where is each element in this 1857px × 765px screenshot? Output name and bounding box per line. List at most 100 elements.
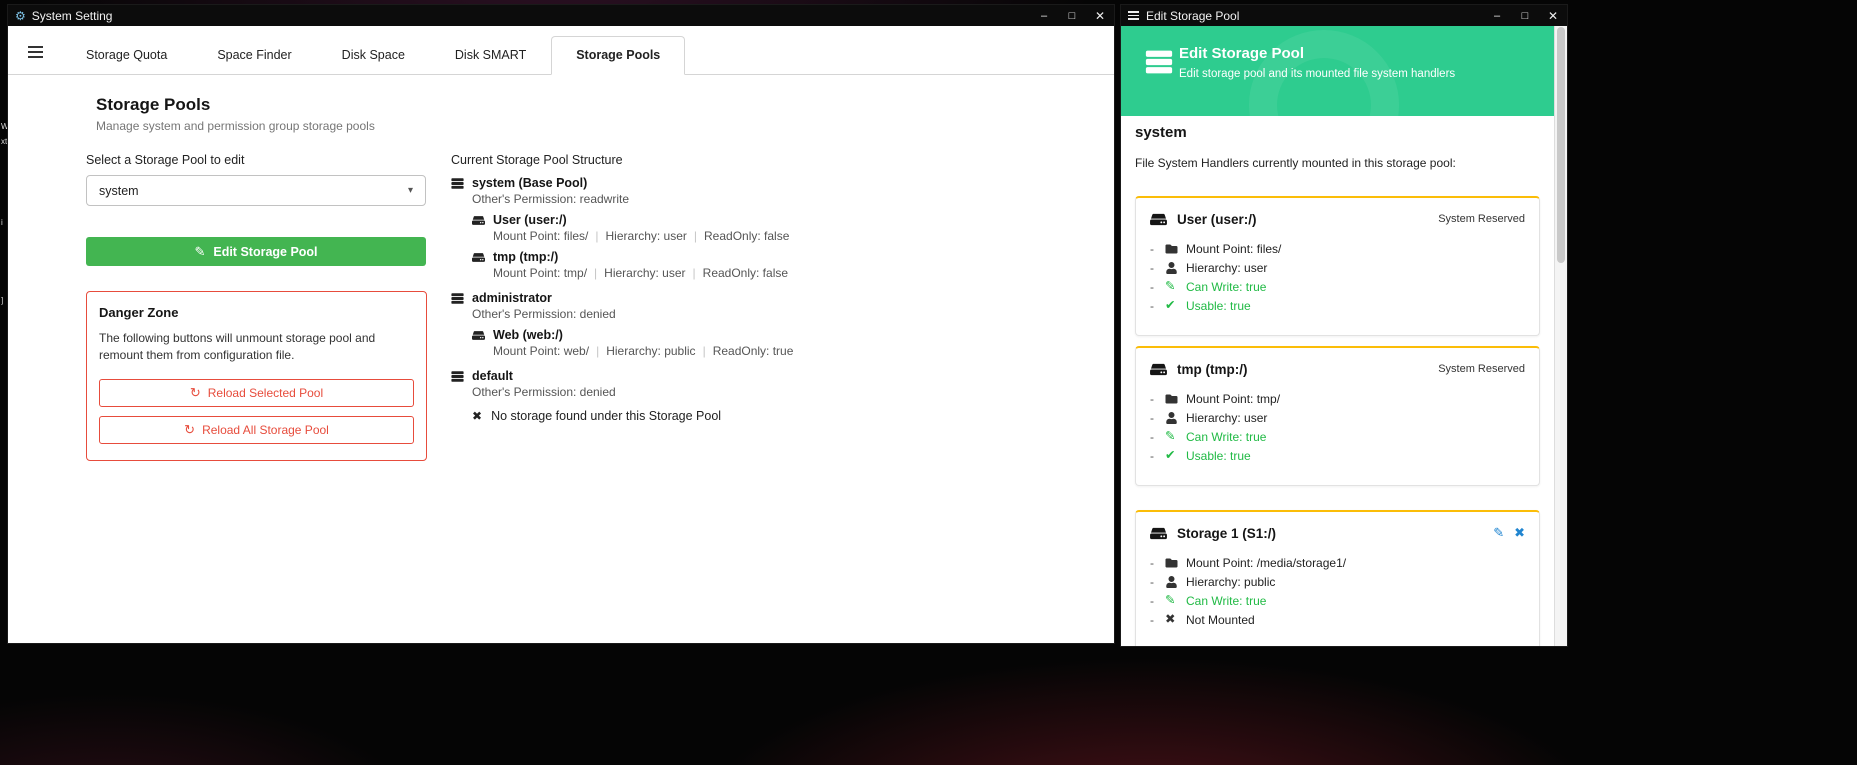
chevron-down-icon: ▾ [408,185,413,196]
scrollbar[interactable] [1554,26,1567,646]
row-text: Usable: true [1186,449,1251,463]
mount-point: Mount Point: web/ [493,344,589,358]
hdd-icon [472,251,485,264]
row-text: Hierarchy: user [1186,411,1267,425]
system-setting-titlebar[interactable]: ⚙ System Setting – □ ✕ [8,5,1114,26]
tab-space-finder[interactable]: Space Finder [192,36,316,75]
banner-subtitle: Edit storage pool and its mounted file s… [1179,68,1455,80]
edit-storage-pool-window: Edit Storage Pool – □ ✕ Edit Storage Poo… [1121,5,1567,646]
edit-handler-button[interactable]: ✎ [1493,525,1504,541]
pool-name-heading: system [1135,124,1187,141]
reload-all-pool-button[interactable]: ↻ Reload All Storage Pool [99,416,414,444]
system-reserved-badge: System Reserved [1438,213,1525,225]
hierarchy-row: - Hierarchy: public [1150,572,1525,591]
desktop-icon-fragments: W xt i ] [0,25,8,645]
dash: - [1150,242,1165,256]
tab-disk-smart[interactable]: Disk SMART [430,36,551,75]
row-text: Hierarchy: public [1186,575,1275,589]
pool-permission: Other's Permission: readwrite [472,192,1051,206]
scrollbar-thumb[interactable] [1557,27,1565,263]
danger-zone-title: Danger Zone [99,305,414,320]
tab-bar: Storage Quota Space Finder Disk Space Di… [8,26,1114,75]
tab-storage-pools[interactable]: Storage Pools [551,36,685,75]
cross-icon: ✖ [1165,613,1186,626]
close-button[interactable]: ✕ [1086,5,1114,26]
select-pool-label: Select a Storage Pool to edit [86,153,244,167]
mount-point: Mount Point: tmp/ [493,266,587,280]
user-icon [1165,262,1186,274]
readonly-flag: ReadOnly: true [713,344,794,358]
user-icon [1165,576,1186,588]
storage-pool-select[interactable]: system ▾ [86,175,426,206]
desktop-fragment: i [1,218,3,227]
separator: | [594,266,597,280]
row-text: Can Write: true [1186,280,1266,294]
empty-pool-message: ✖ No storage found under this Storage Po… [472,409,1051,423]
pencil-icon: ✎ [194,244,205,260]
check-icon: ✔ [1165,299,1186,312]
desktop-fragment: ] [1,296,3,305]
handlers-description: File System Handlers currently mounted i… [1135,156,1456,170]
row-text: Hierarchy: user [1186,261,1267,275]
pool-name: default [472,369,513,383]
dash: - [1150,575,1165,589]
structure-label: Current Storage Pool Structure [451,153,623,167]
dash: - [1150,449,1165,463]
hamburger-menu-icon[interactable] [28,43,43,61]
reload-all-label: Reload All Storage Pool [202,423,329,437]
hierarchy-row: - Hierarchy: user [1150,408,1525,427]
close-button[interactable]: ✕ [1539,5,1567,26]
storage-pool-tree: system (Base Pool) Other's Permission: r… [451,176,1051,434]
server-icon [451,177,464,190]
row-text: Usable: true [1186,299,1251,313]
gear-icon: ⚙ [15,10,26,22]
storage-entry: Web (web:/) Mount Point: web/|Hierarchy:… [472,328,1051,358]
tab-disk-space[interactable]: Disk Space [317,36,430,75]
can-write-row: - ✎ Can Write: true [1150,427,1525,446]
remove-handler-button[interactable]: ✖ [1514,525,1525,541]
storage-pools-page: Storage Pools Manage system and permissi… [8,75,1114,643]
dash: - [1150,280,1165,294]
dash: - [1150,392,1165,406]
tab-storage-quota[interactable]: Storage Quota [61,36,192,75]
row-text: Mount Point: files/ [1186,242,1281,256]
row-text: Can Write: true [1186,594,1266,608]
handler-card-storage1: Storage 1 (S1:/) ✎ ✖ - Mount Point: /med… [1135,510,1540,646]
reload-selected-pool-button[interactable]: ↻ Reload Selected Pool [99,379,414,407]
hamburger-menu-icon[interactable] [1128,9,1139,22]
edit-storage-pool-button[interactable]: ✎ Edit Storage Pool [86,237,426,266]
banner-title: Edit Storage Pool [1179,45,1304,62]
usable-row: - ✔ Usable: true [1150,296,1525,315]
edit-icon: ✎ [1165,280,1186,293]
empty-pool-text: No storage found under this Storage Pool [491,409,721,423]
edit-pool-panel: Edit Storage Pool Edit storage pool and … [1121,26,1567,646]
row-text: Mount Point: tmp/ [1186,392,1280,406]
storage-name: User (user:/) [493,213,567,227]
pool-name: administrator [472,291,552,305]
handler-name: Storage 1 (S1:/) [1177,526,1276,541]
minimize-button[interactable]: – [1483,5,1511,26]
folder-icon [1165,393,1186,405]
minimize-button[interactable]: – [1030,5,1058,26]
hdd-icon [1150,526,1167,541]
row-text: Mount Point: /media/storage1/ [1186,556,1346,570]
edit-window-titlebar[interactable]: Edit Storage Pool – □ ✕ [1121,5,1567,26]
hdd-icon [1150,362,1167,377]
handler-name: tmp (tmp:/) [1177,362,1247,377]
mount-point-row: - Mount Point: /media/storage1/ [1150,553,1525,572]
maximize-button[interactable]: □ [1511,5,1539,26]
maximize-button[interactable]: □ [1058,5,1086,26]
separator: | [703,344,706,358]
reload-selected-label: Reload Selected Pool [208,386,323,400]
mount-point-row: - Mount Point: tmp/ [1150,389,1525,408]
row-text: Not Mounted [1186,613,1255,627]
danger-zone-card: Danger Zone The following buttons will u… [86,291,427,461]
folder-icon [1165,243,1186,255]
server-icon [451,292,464,305]
pool-name: system (Base Pool) [472,176,587,190]
handler-card-user: User (user:/) System Reserved - Mount Po… [1135,196,1540,336]
page-title: Storage Pools [96,95,210,115]
edit-pool-banner: Edit Storage Pool Edit storage pool and … [1121,26,1554,116]
selected-pool-value: system [99,184,139,198]
user-icon [1165,412,1186,424]
